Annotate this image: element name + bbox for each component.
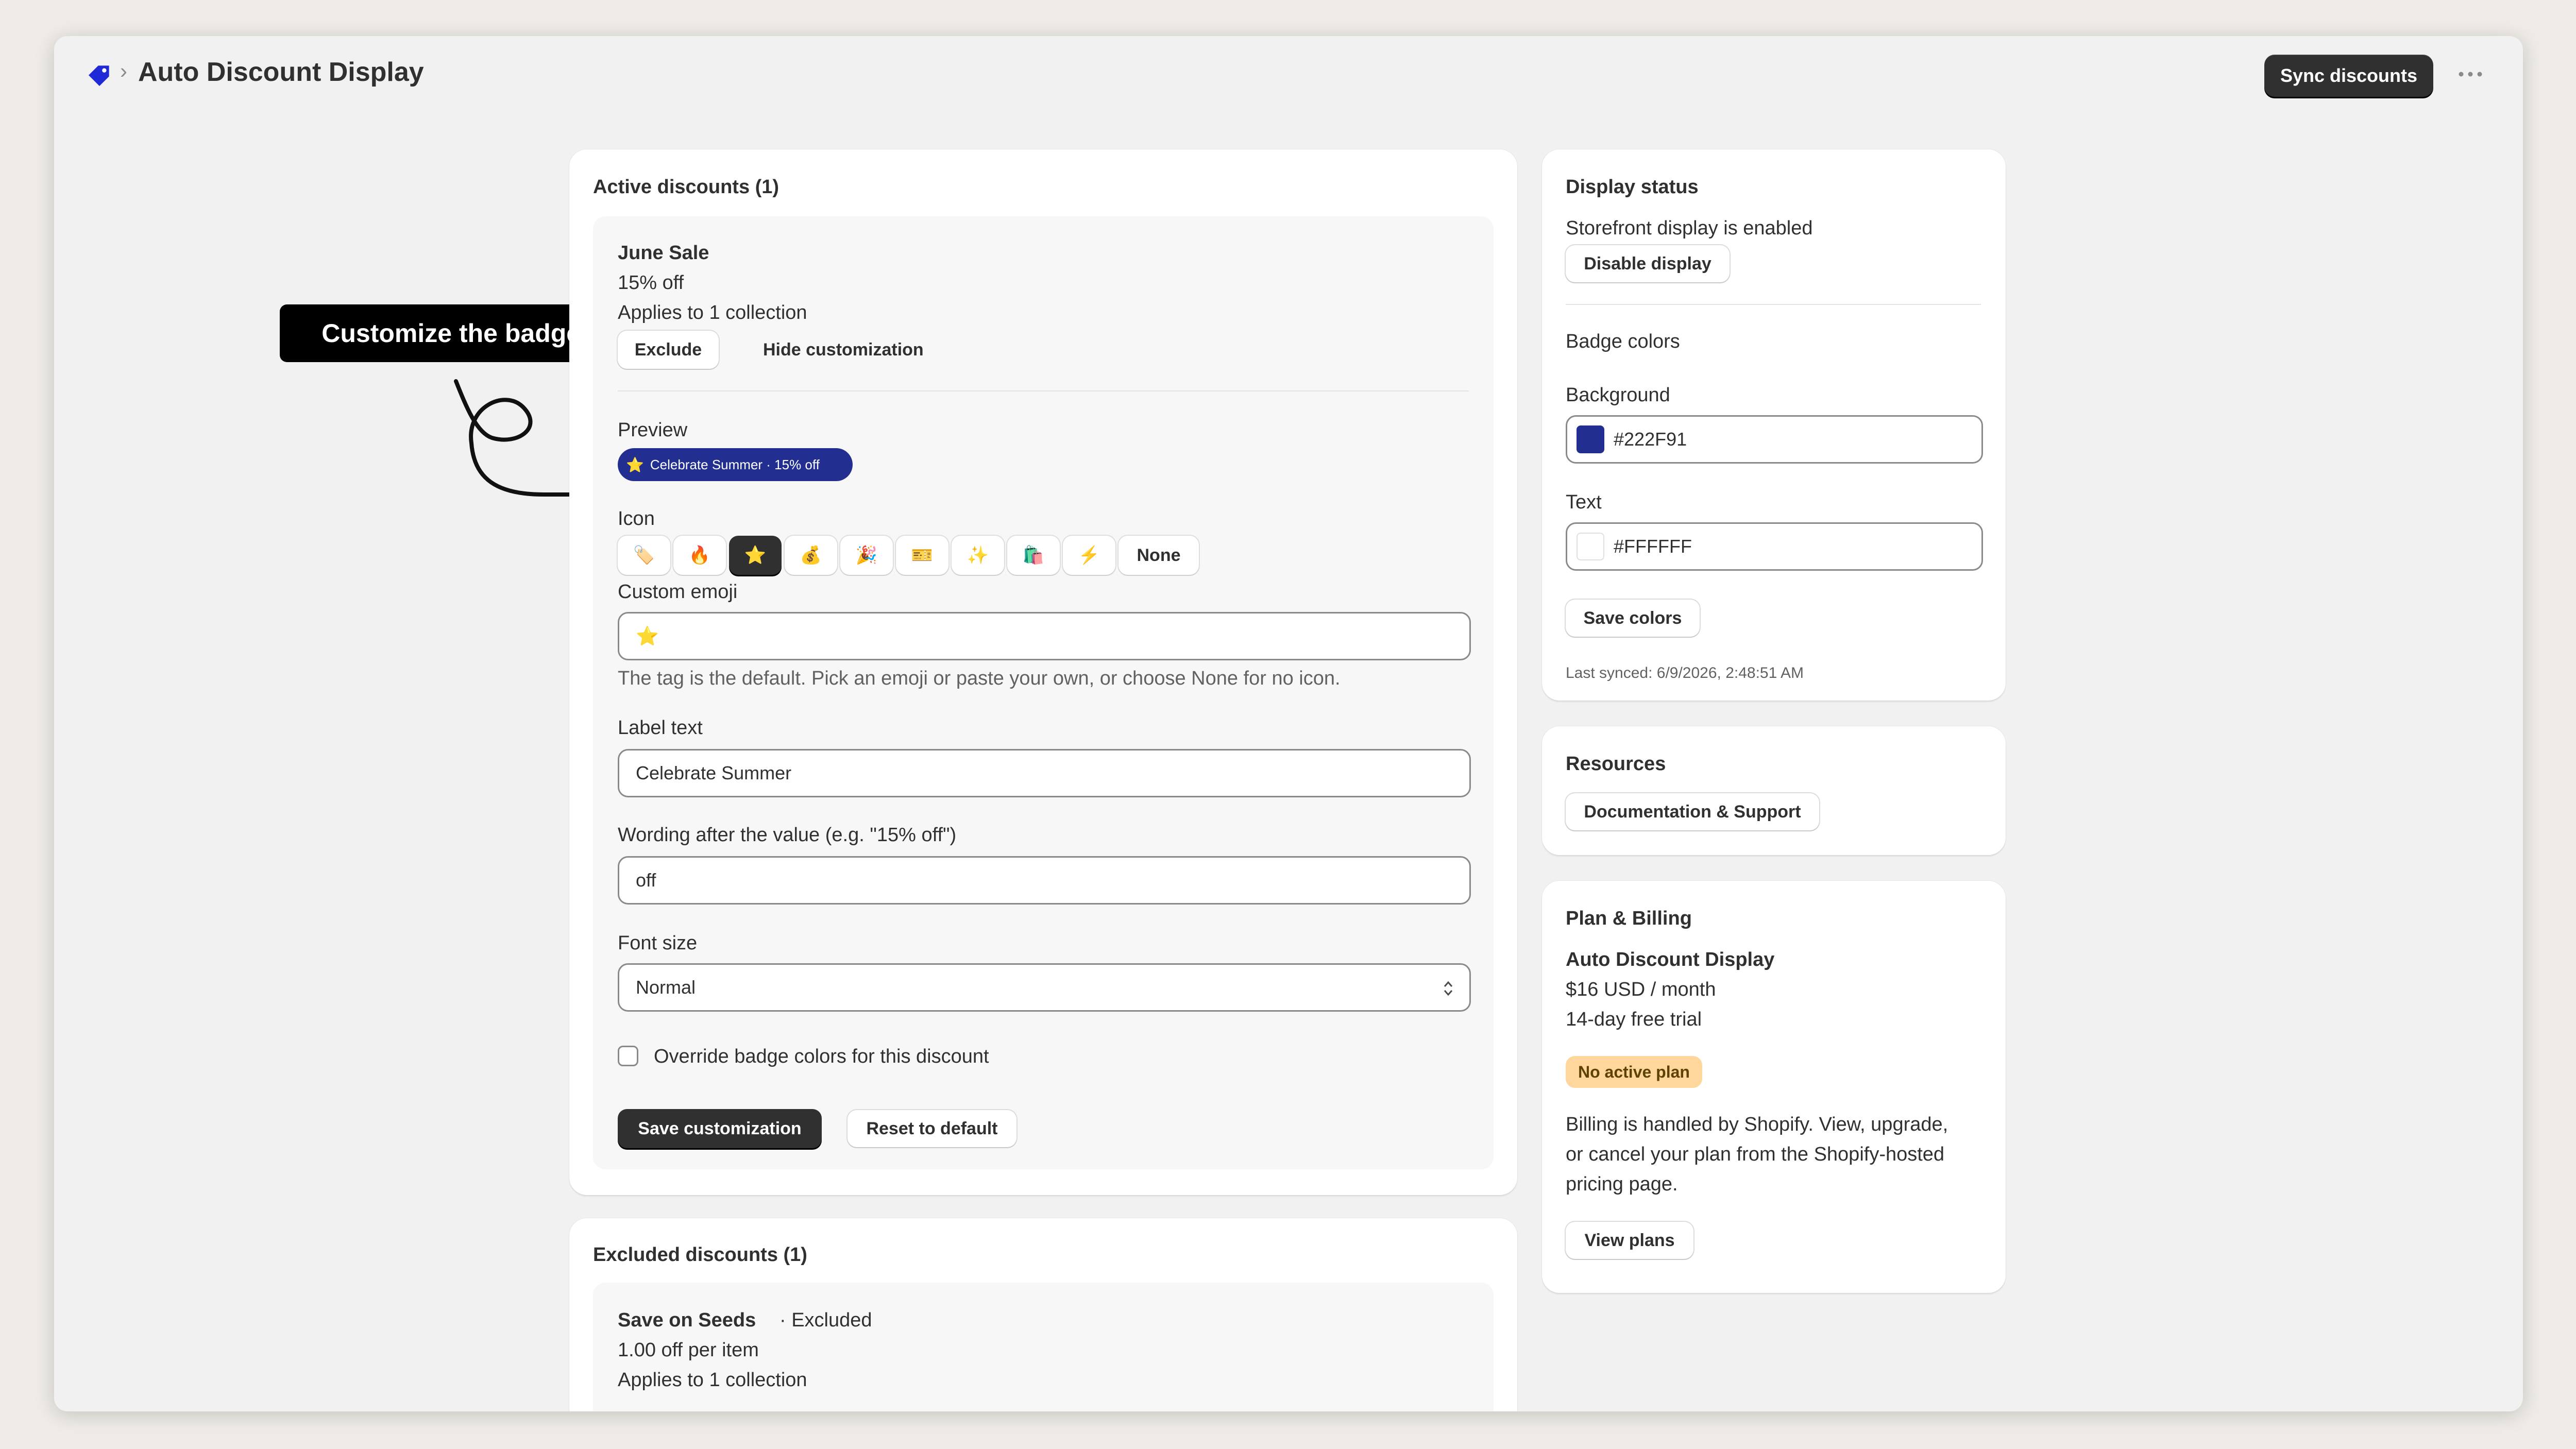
excluded-discount-value: 1.00 off per item	[618, 1339, 759, 1361]
billing-info-line1: Billing is handled by Shopify. View, upg…	[1566, 1114, 1948, 1135]
preview-badge: ⭐ Celebrate Summer · 15% off	[618, 448, 853, 481]
sparkles-icon-option[interactable]: ✨	[952, 536, 1004, 575]
font-size-select[interactable]: Normal	[618, 963, 1471, 1012]
star-icon-option[interactable]: ⭐	[729, 536, 782, 575]
app-header: › Auto Discount Display Sync discounts	[54, 36, 2523, 113]
billing-info-line2: or cancel your plan from the Shopify-hos…	[1566, 1144, 1945, 1165]
active-discounts-heading: Active discounts (1)	[593, 176, 779, 198]
tag-icon[interactable]	[85, 61, 114, 90]
custom-emoji-label: Custom emoji	[618, 581, 738, 603]
shopping-bags-icon-option[interactable]: 🛍️	[1007, 536, 1060, 575]
text-color-value: #FFFFFF	[1614, 536, 1692, 557]
excluded-discount-name: Save on Seeds	[618, 1309, 756, 1331]
display-status-heading: Display status	[1566, 176, 1699, 198]
display-status-card: Display status Storefront display is ena…	[1542, 149, 2006, 701]
plan-status-badge: No active plan	[1566, 1056, 1702, 1088]
divider	[618, 390, 1469, 391]
discount-value: 15% off	[618, 272, 684, 294]
lightning-icon-option[interactable]: ⚡	[1063, 536, 1115, 575]
plan-name: Auto Discount Display	[1566, 949, 1775, 970]
font-size-value: Normal	[636, 977, 696, 998]
label-text-label: Label text	[618, 717, 703, 739]
resources-card: Resources Documentation & Support	[1542, 726, 2006, 855]
override-colors-label: Override badge colors for this discount	[654, 1046, 989, 1067]
background-color-label: Background	[1566, 384, 1670, 406]
page-title: Auto Discount Display	[138, 57, 424, 87]
exclude-button[interactable]: Exclude	[618, 331, 719, 369]
plan-billing-card: Plan & Billing Auto Discount Display $16…	[1542, 881, 2006, 1293]
icon-label: Icon	[618, 508, 655, 530]
preview-label: Preview	[618, 419, 688, 441]
discount-item-panel: June Sale 15% off Applies to 1 collectio…	[593, 216, 1494, 1169]
font-size-label: Font size	[618, 932, 698, 954]
save-customization-button[interactable]: Save customization	[618, 1109, 822, 1148]
active-discounts-card: Active discounts (1) June Sale 15% off A…	[569, 149, 1517, 1195]
documentation-support-button[interactable]: Documentation & Support	[1566, 793, 1819, 830]
save-colors-button[interactable]: Save colors	[1566, 600, 1700, 637]
icon-none-option[interactable]: None	[1118, 536, 1199, 575]
text-color-label: Text	[1566, 491, 1602, 513]
app-window: › Auto Discount Display Sync discounts C…	[54, 36, 2523, 1411]
party-popper-icon-option[interactable]: 🎉	[840, 536, 893, 575]
ellipsis-icon	[2459, 72, 2482, 77]
custom-emoji-help: The tag is the default. Pick an emoji or…	[618, 668, 1341, 689]
view-plans-button[interactable]: View plans	[1566, 1222, 1693, 1259]
display-status-text: Storefront display is enabled	[1566, 217, 1813, 239]
text-color-swatch[interactable]	[1577, 533, 1604, 560]
ticket-icon-option[interactable]: 🎫	[896, 536, 948, 575]
override-colors-checkbox[interactable]	[618, 1046, 638, 1066]
text-color-input[interactable]: #FFFFFF	[1566, 522, 1983, 571]
star-icon: ⭐	[626, 456, 644, 473]
excluded-discount-applies: Applies to 1 collection	[618, 1369, 807, 1391]
wording-input[interactable]: off	[618, 856, 1471, 905]
excluded-status: · Excluded	[779, 1309, 872, 1331]
sync-discounts-button[interactable]: Sync discounts	[2264, 55, 2433, 97]
last-synced-text: Last synced: 6/9/2026, 2:48:51 AM	[1566, 664, 1804, 681]
money-bag-icon-option[interactable]: 💰	[785, 536, 837, 575]
divider	[1566, 304, 1981, 305]
fire-icon-option[interactable]: 🔥	[673, 536, 726, 575]
background-color-value: #222F91	[1614, 429, 1687, 450]
wording-label: Wording after the value (e.g. "15% off")	[618, 824, 957, 846]
label-text-input[interactable]: Celebrate Summer	[618, 749, 1471, 797]
tag-icon-option[interactable]: 🏷️	[618, 536, 670, 575]
custom-emoji-input[interactable]: ⭐	[618, 612, 1471, 660]
excluded-discounts-heading: Excluded discounts (1)	[593, 1244, 807, 1266]
breadcrumb-separator: ›	[120, 59, 127, 83]
excluded-item-panel: Save on Seeds · Excluded 1.00 off per it…	[593, 1283, 1494, 1411]
reset-to-default-button[interactable]: Reset to default	[848, 1110, 1016, 1147]
hide-customization-button[interactable]: Hide customization	[763, 340, 924, 360]
select-arrows-icon	[1444, 981, 1453, 996]
plan-trial: 14-day free trial	[1566, 1009, 1702, 1030]
resources-heading: Resources	[1566, 753, 1666, 775]
disable-display-button[interactable]: Disable display	[1566, 245, 1730, 282]
discount-applies: Applies to 1 collection	[618, 302, 807, 323]
billing-info-line3: pricing page.	[1566, 1173, 1678, 1195]
preview-badge-text: Celebrate Summer · 15% off	[650, 456, 820, 472]
icon-picker: 🏷️ 🔥 ⭐ 💰 🎉 🎫 ✨ 🛍️ ⚡ None	[618, 536, 1236, 577]
excluded-discounts-card: Excluded discounts (1) Save on Seeds · E…	[569, 1218, 1517, 1411]
background-color-swatch[interactable]	[1577, 425, 1604, 453]
discount-name: June Sale	[618, 242, 709, 264]
more-actions-button[interactable]	[2452, 58, 2488, 91]
badge-colors-heading: Badge colors	[1566, 331, 1680, 352]
billing-heading: Plan & Billing	[1566, 908, 1692, 929]
background-color-input[interactable]: #222F91	[1566, 415, 1983, 464]
plan-price: $16 USD / month	[1566, 979, 1716, 1000]
